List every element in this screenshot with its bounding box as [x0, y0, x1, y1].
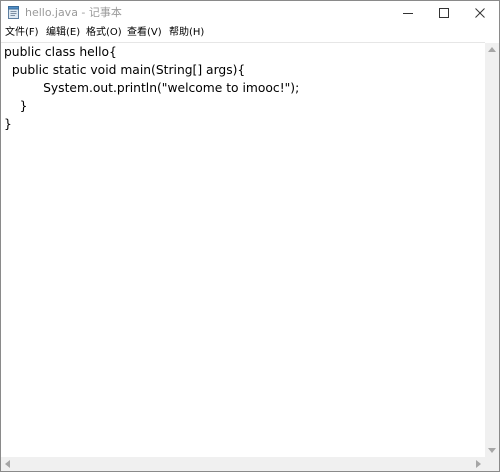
- scroll-right-icon[interactable]: [476, 460, 481, 468]
- menu-bar: 文件(F) 编辑(E) 格式(O) 查看(V) 帮助(H): [1, 25, 499, 42]
- code-line: public static void main(String[] args){: [4, 63, 246, 77]
- code-line: }: [4, 99, 28, 113]
- close-button[interactable]: [457, 1, 499, 25]
- menu-file[interactable]: 文件(F): [4, 26, 40, 40]
- menu-edit[interactable]: 编辑(E): [45, 26, 81, 40]
- vertical-scrollbar[interactable]: [485, 43, 499, 457]
- maximize-icon: [439, 8, 449, 18]
- code-line: System.out.println("welcome to imooc!");: [4, 81, 300, 95]
- window-title: hello.java - 记事本: [25, 6, 122, 19]
- scroll-left-icon[interactable]: [5, 460, 10, 468]
- scroll-down-icon[interactable]: [488, 448, 496, 453]
- scrollbar-corner: [485, 457, 499, 471]
- menu-view[interactable]: 查看(V): [126, 26, 163, 40]
- minimize-icon: [403, 13, 413, 14]
- scroll-up-icon[interactable]: [488, 47, 496, 52]
- text-editor[interactable]: public class hello{ public static void m…: [1, 42, 485, 458]
- notepad-icon: [8, 6, 19, 19]
- menu-format[interactable]: 格式(O): [85, 26, 123, 40]
- menu-help[interactable]: 帮助(H): [168, 26, 205, 40]
- code-line: }: [4, 117, 12, 131]
- title-bar[interactable]: hello.java - 记事本: [1, 1, 499, 25]
- horizontal-scrollbar[interactable]: [1, 457, 485, 471]
- code-line: public class hello{: [4, 45, 117, 59]
- notepad-window: hello.java - 记事本 文件(F) 编辑(E) 格式(O) 查看(V)…: [0, 0, 500, 472]
- close-icon: [475, 8, 485, 18]
